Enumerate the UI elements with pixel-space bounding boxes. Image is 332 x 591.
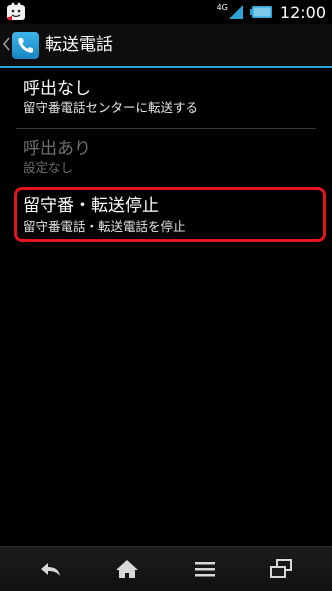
home-button[interactable] bbox=[114, 557, 140, 581]
recent-apps-button[interactable] bbox=[268, 557, 294, 581]
list-item-with-ring: 呼出あり 設定なし bbox=[0, 129, 332, 185]
item-subtitle: 留守番電話センターに転送する bbox=[23, 100, 199, 115]
status-bar: 4G 12:00 bbox=[0, 0, 332, 24]
highlight-box bbox=[14, 187, 326, 242]
back-button[interactable] bbox=[38, 557, 64, 581]
clock: 12:00 bbox=[279, 2, 326, 22]
navigation-bar bbox=[0, 546, 332, 591]
item-title: 呼出あり bbox=[23, 139, 91, 159]
recent-apps-icon bbox=[270, 559, 292, 578]
back-chevron-icon[interactable] bbox=[3, 37, 10, 51]
title-bar[interactable]: 転送電話 bbox=[0, 24, 332, 66]
item-title: 呼出なし bbox=[23, 79, 91, 99]
home-icon bbox=[116, 560, 138, 578]
menu-icon bbox=[195, 562, 215, 577]
app-notification-icon bbox=[6, 2, 25, 21]
menu-button[interactable] bbox=[192, 557, 218, 581]
phone-icon bbox=[12, 32, 39, 59]
battery-icon bbox=[249, 6, 272, 18]
network-type: 4G bbox=[216, 3, 228, 12]
page-title: 転送電話 bbox=[45, 35, 113, 55]
signal-icon bbox=[228, 5, 243, 19]
item-subtitle: 設定なし bbox=[23, 160, 74, 175]
list-item-no-ring[interactable]: 呼出なし 留守番電話センターに転送する bbox=[0, 68, 332, 124]
status-indicators: 4G 12:00 bbox=[217, 0, 326, 24]
back-icon bbox=[41, 563, 60, 576]
